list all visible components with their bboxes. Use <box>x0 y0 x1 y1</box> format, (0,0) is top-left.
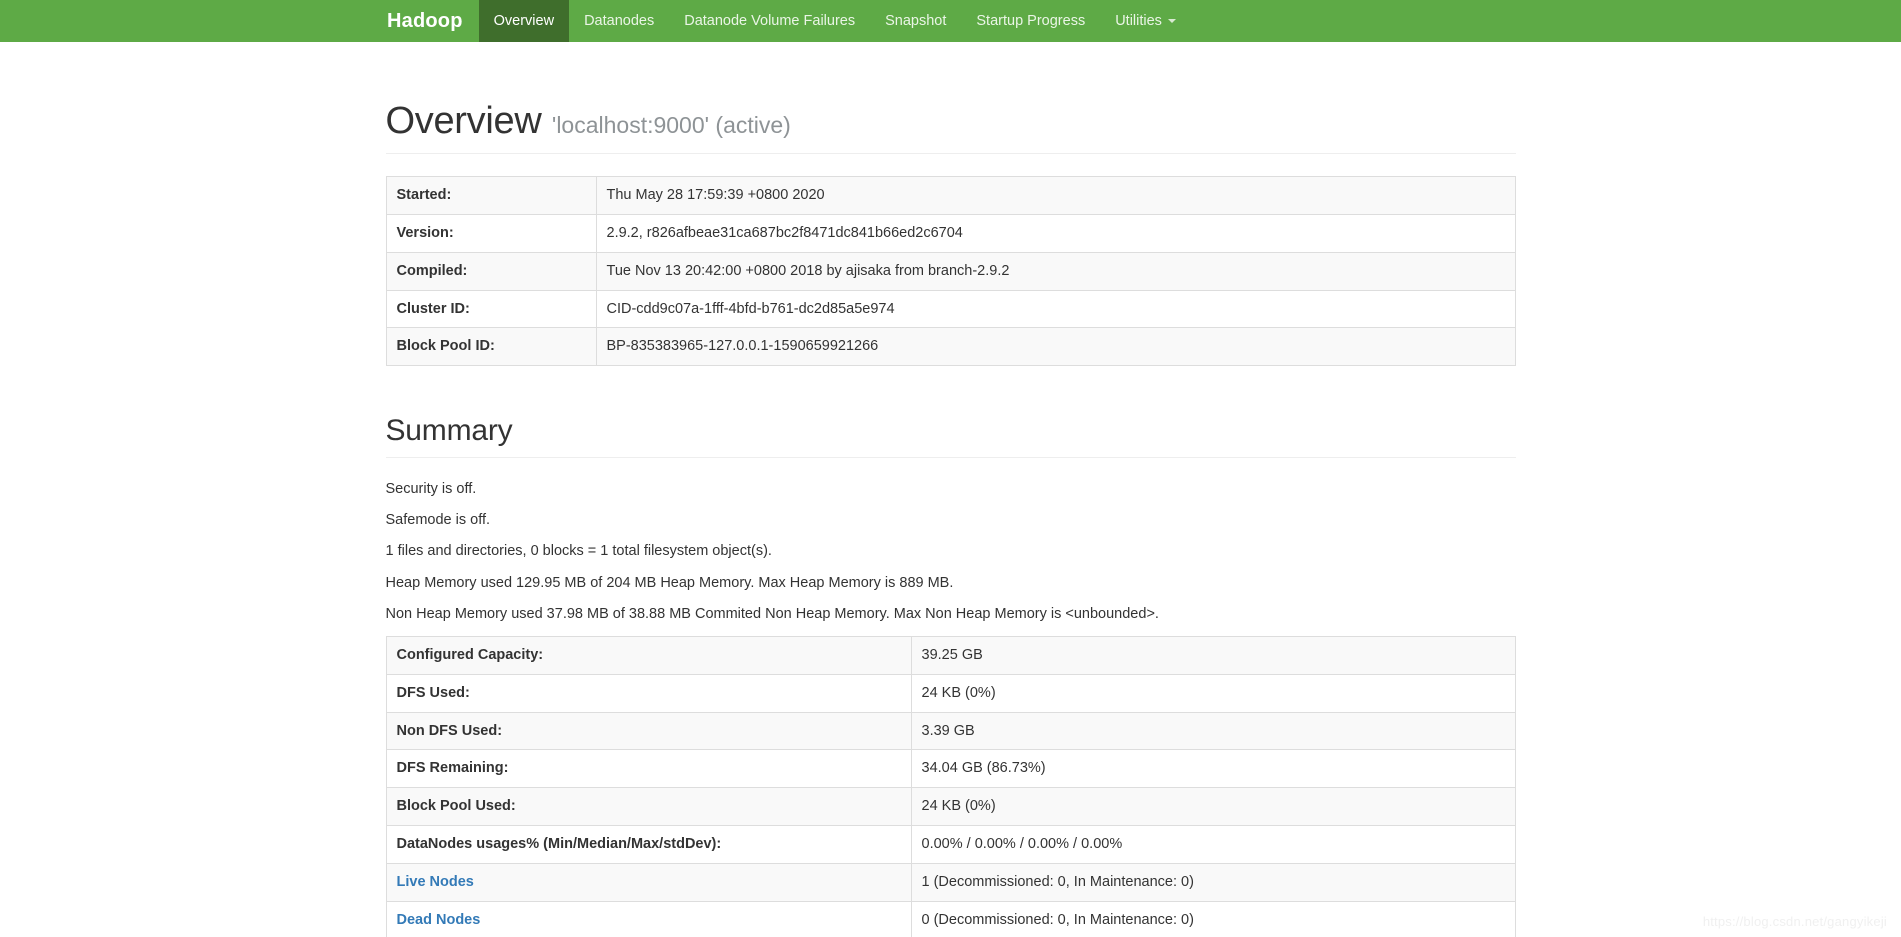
table-row: Version: 2.9.2, r826afbeae31ca687bc2f8471… <box>385 214 1516 253</box>
nav-item-label: Utilities <box>1115 12 1162 29</box>
nav-item-list: Overview Datanodes Datanode Volume Failure… <box>478 0 1191 42</box>
nav-item-label: Overview <box>493 12 555 29</box>
row-value: 39.25 GB <box>910 636 1516 675</box>
row-label: Block Pool ID: <box>385 327 597 366</box>
row-label: DFS Used: <box>385 674 912 713</box>
table-row: Compiled: Tue Nov 13 20:42:00 +0800 2018 … <box>385 252 1516 291</box>
table-row: Dead Nodes 0 (Decommissioned: 0, In Maint… <box>385 901 1516 937</box>
nav-item-overview[interactable]: Overview <box>478 0 570 42</box>
row-value: 0.00% / 0.00% / 0.00% / 0.00% <box>910 825 1516 864</box>
table-row: Non DFS Used: 3.39 GB <box>385 712 1516 750</box>
row-value: 3.39 GB <box>910 712 1516 750</box>
page-container: Overview 'localhost:9000' (active) Start… <box>371 100 1531 937</box>
table-row: Cluster ID: CID-cdd9c07a-1fff-4bfd-b761-d… <box>385 290 1516 328</box>
summary-table: Configured Capacity: 39.25 GB DFS Used: 24 … <box>385 636 1516 937</box>
row-value: Thu May 28 17:59:39 +0800 2020 <box>595 176 1516 215</box>
summary-line: Security is off. <box>385 481 477 498</box>
watermark-text: https://blog.csdn.net/gangyikeji <box>1702 914 1887 929</box>
row-value: 24 KB (0%) <box>910 674 1516 713</box>
summary-line: Non Heap Memory used 37.98 MB of 38.88 M… <box>385 605 1159 622</box>
page-title: Overview <box>385 100 542 142</box>
row-label: Version: <box>385 214 597 253</box>
summary-text-lines: Security is off. Safemode is off. 1 files … <box>386 480 1516 623</box>
row-value: BP-835383965-127.0.0.1-1590659921266 <box>595 327 1516 366</box>
row-label: Dead Nodes <box>385 901 912 937</box>
nav-item-label: Snapshot <box>885 12 947 29</box>
nav-item-startup-progress[interactable]: Startup Progress <box>961 0 1100 42</box>
table-row: Live Nodes 1 (Decommissioned: 0, In Maint… <box>385 863 1516 902</box>
main-navbar: Hadoop Overview Datanodes Datanode Volume … <box>0 0 1901 42</box>
summary-line: Safemode is off. <box>385 512 491 529</box>
summary-section-title: Summary <box>385 414 1516 459</box>
nav-item-utilities[interactable]: Utilities <box>1100 0 1191 42</box>
brand-hadoop[interactable]: Hadoop <box>371 0 479 42</box>
row-value: 24 KB (0%) <box>910 787 1516 826</box>
summary-line: 1 files and directories, 0 blocks = 1 to… <box>385 543 772 560</box>
table-row: DFS Remaining: 34.04 GB (86.73%) <box>385 749 1516 788</box>
page-subtitle: 'localhost:9000' (active) <box>551 112 791 138</box>
nav-item-label: Startup Progress <box>976 12 1086 29</box>
table-row: Block Pool ID: BP-835383965-127.0.0.1-159… <box>385 327 1516 366</box>
table-row: DataNodes usages% (Min/Median/Max/stdDev… <box>385 825 1516 864</box>
row-label: Cluster ID: <box>385 290 597 328</box>
summary-line: Heap Memory used 129.95 MB of 204 MB Hea… <box>385 574 954 591</box>
row-label: Block Pool Used: <box>385 787 912 826</box>
link-dead-nodes[interactable]: Dead Nodes <box>397 912 481 928</box>
cluster-info-table: Started: Thu May 28 17:59:39 +0800 2020 Ve… <box>385 176 1516 366</box>
table-row: DFS Used: 24 KB (0%) <box>385 674 1516 713</box>
row-label: DFS Remaining: <box>385 749 912 788</box>
table-row: Started: Thu May 28 17:59:39 +0800 2020 <box>385 176 1516 215</box>
row-value: 1 (Decommissioned: 0, In Maintenance: 0) <box>910 863 1516 902</box>
row-label: DataNodes usages% (Min/Median/Max/stdDev… <box>385 825 912 864</box>
row-value: Tue Nov 13 20:42:00 +0800 2018 by ajisak… <box>595 252 1516 291</box>
page-header: Overview 'localhost:9000' (active) <box>385 100 1516 154</box>
nav-item-datanode-volume-failures[interactable]: Datanode Volume Failures <box>669 0 870 42</box>
row-value: 34.04 GB (86.73%) <box>910 749 1516 788</box>
table-row: Block Pool Used: 24 KB (0%) <box>385 787 1516 826</box>
row-value: 2.9.2, r826afbeae31ca687bc2f8471dc841b66… <box>595 214 1516 253</box>
table-row: Configured Capacity: 39.25 GB <box>385 636 1516 675</box>
row-label: Live Nodes <box>385 863 912 902</box>
nav-item-snapshot[interactable]: Snapshot <box>870 0 961 42</box>
nav-item-label: Datanode Volume Failures <box>684 12 856 29</box>
nav-item-label: Datanodes <box>584 12 655 29</box>
nav-item-datanodes[interactable]: Datanodes <box>569 0 669 42</box>
link-live-nodes[interactable]: Live Nodes <box>397 874 474 890</box>
row-value: 0 (Decommissioned: 0, In Maintenance: 0) <box>910 901 1516 937</box>
row-label: Started: <box>385 176 597 215</box>
chevron-down-icon <box>1167 19 1176 23</box>
row-label: Compiled: <box>385 252 597 291</box>
row-value: CID-cdd9c07a-1fff-4bfd-b761-dc2d85a5e974 <box>595 290 1516 328</box>
row-label: Non DFS Used: <box>385 712 912 750</box>
row-label: Configured Capacity: <box>385 636 912 675</box>
